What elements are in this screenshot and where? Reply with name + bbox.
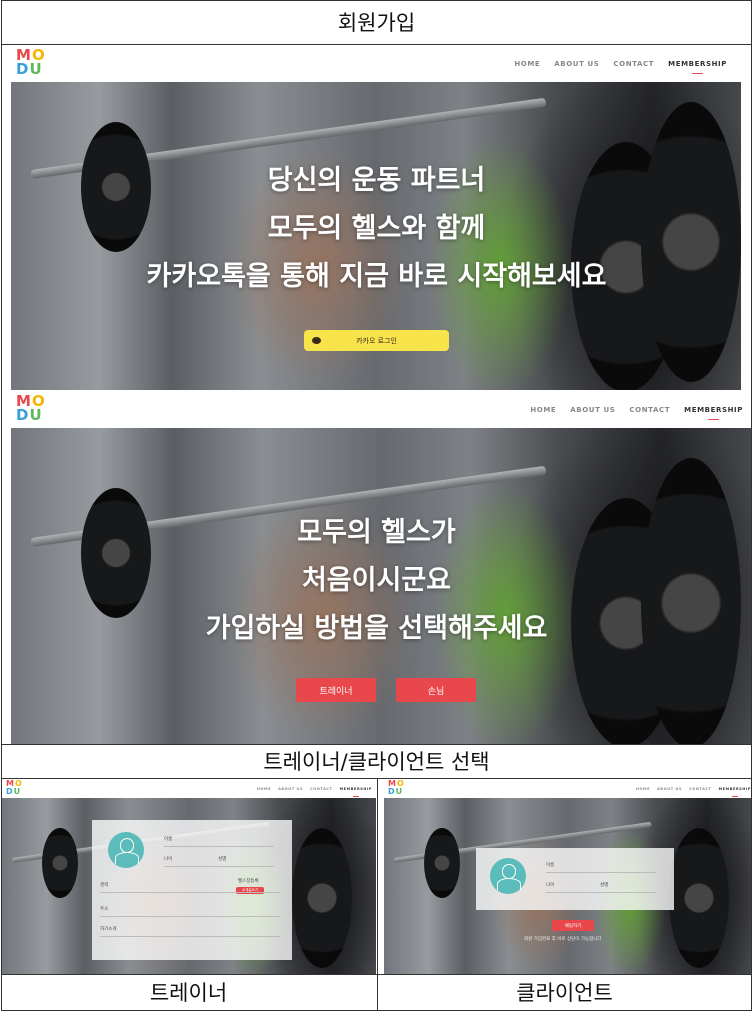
table-rule [377, 778, 378, 1011]
table-rule [1, 744, 752, 745]
table-rule [1, 44, 752, 45]
